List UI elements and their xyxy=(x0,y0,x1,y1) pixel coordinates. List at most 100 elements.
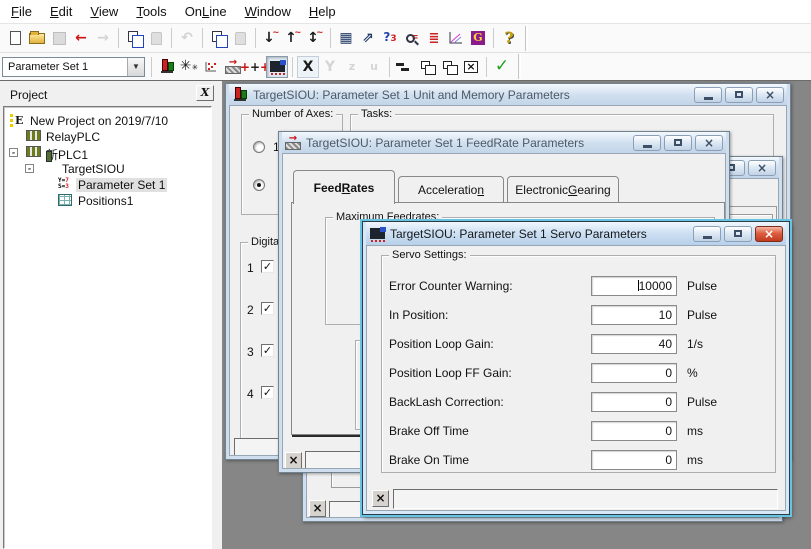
servo-close-button[interactable]: × xyxy=(755,226,783,242)
toolbar-button-trace-settings-icon[interactable]: ⇗ xyxy=(357,27,379,49)
toolbar-button-apply-check-icon[interactable]: ✓ xyxy=(491,56,513,78)
tree-item-positions1[interactable]: Positions1 xyxy=(4,193,211,209)
field-input-backlash-correction-[interactable]: 0 xyxy=(591,392,677,412)
unit-memory-titlebar[interactable]: TargetSIOU: Parameter Set 1 Unit and Mem… xyxy=(229,84,787,105)
toolbar-button-multi-feed-icon[interactable]: +++ xyxy=(244,56,266,78)
hidden-statusbar-close-button[interactable]: × xyxy=(309,500,326,517)
toolbar-button-open-file-icon[interactable] xyxy=(26,27,48,49)
feedrate-statusbar-close-button[interactable]: × xyxy=(285,452,302,469)
main-toolbar: ←→↶↓~↑~↕~▦⇗?3=≣G? xyxy=(0,24,811,53)
servo-minimize-button[interactable] xyxy=(693,226,721,242)
toolbar-button-close-all-windows-icon[interactable]: × xyxy=(460,56,482,78)
menu-view[interactable]: View xyxy=(81,1,127,22)
tree-item-label[interactable]: Positions1 xyxy=(76,194,135,208)
tree-expander-icon[interactable]: - xyxy=(25,164,34,173)
toolbar-button-unit-memory-parameters-icon[interactable] xyxy=(156,56,178,78)
menu-file[interactable]: File xyxy=(2,1,41,22)
toolbar-button-axis-x-toggle-icon[interactable]: X xyxy=(297,56,319,78)
feedrate-title: TargetSIOU: Parameter Set 1 FeedRate Par… xyxy=(306,136,625,150)
tab-feed-rates[interactable]: Feed Rates xyxy=(293,170,395,204)
servo-titlebar[interactable]: TargetSIOU: Parameter Set 1 Servo Parame… xyxy=(366,222,786,245)
field-unit-label: 1/s xyxy=(687,337,703,351)
digital-group-label: Digita xyxy=(248,236,282,248)
hidden-close-button[interactable]: × xyxy=(748,160,776,176)
toolbar-button-window-order-icon[interactable] xyxy=(394,56,416,78)
toolbar-button-cascade-windows-icon[interactable] xyxy=(416,56,438,78)
toolbar-button-find-unknown-icon[interactable]: ?3 xyxy=(379,27,401,49)
toolbar-button-servo-parameters-icon[interactable] xyxy=(266,56,288,78)
unit-close-button[interactable]: × xyxy=(756,87,784,103)
feedrate-titlebar[interactable]: → TargetSIOU: Parameter Set 1 FeedRate P… xyxy=(282,132,726,153)
toolbar-button-find-compare-icon[interactable]: = xyxy=(401,27,423,49)
unit-restore-button[interactable] xyxy=(725,87,753,103)
toolbar-button-download-to-unit-icon[interactable]: ↓~ xyxy=(260,27,282,49)
field-input-position-loop-gain-[interactable]: 40 xyxy=(591,334,677,354)
channel-1-checkbox[interactable]: ✓ xyxy=(261,260,274,273)
tab-electronic-gearing[interactable]: Electronic Gearing xyxy=(507,176,619,203)
tree-item-parameter-set-1[interactable]: Y=7S=3Parameter Set 1 xyxy=(4,177,211,193)
tree-expander-icon[interactable]: - xyxy=(9,148,18,157)
toolbar-button-compare-transfer-icon[interactable]: ↕~ xyxy=(304,27,326,49)
axes-count-selected-radio[interactable] xyxy=(253,179,265,191)
field-label: Position Loop FF Gain: xyxy=(389,366,512,380)
menu-help[interactable]: Help xyxy=(300,1,345,22)
menu-window[interactable]: Window xyxy=(236,1,300,22)
field-input-brake-off-time[interactable]: 0 xyxy=(591,421,677,441)
channel-3-checkbox[interactable]: ✓ xyxy=(261,344,274,357)
tree-item-targetsiou[interactable]: - TargetSIOU xyxy=(4,161,211,177)
feedrate-close-button[interactable]: × xyxy=(695,135,723,151)
field-unit-label: ms xyxy=(687,424,703,438)
application-window: FileEditViewToolsOnLineWindowHelp ←→↶↓~↑… xyxy=(0,0,811,549)
toolbar-button-position-data-icon[interactable] xyxy=(200,56,222,78)
servo-client: Servo Settings: × Error Counter Warning:… xyxy=(366,245,786,511)
tab-acceleration[interactable]: Acceleration xyxy=(398,176,504,203)
project-panel-close-button[interactable]: X xyxy=(196,85,214,101)
toolbar-button-upload-from-unit-icon[interactable]: ↑~ xyxy=(282,27,304,49)
menu-tools[interactable]: Tools xyxy=(127,1,175,22)
parameter-toolbar: Parameter Set 1 ▼ ✳✳→+++XYzu×✓ xyxy=(0,53,811,81)
servo-restore-button[interactable] xyxy=(724,226,752,242)
toolbar-button-new-file-icon[interactable] xyxy=(4,27,26,49)
toolbar-button-trace-graph-icon[interactable] xyxy=(445,27,467,49)
parameter-set-combo[interactable]: Parameter Set 1 ▼ xyxy=(2,57,145,77)
unit-minimize-button[interactable] xyxy=(694,87,722,103)
toolbar-button-save-file-icon xyxy=(48,27,70,49)
tree-item-relayplc[interactable]: RelayPLC xyxy=(4,129,211,145)
channel-4-checkbox[interactable]: ✓ xyxy=(261,386,274,399)
toolbar-button-copy-parameters-icon[interactable] xyxy=(207,27,229,49)
channel-2-checkbox[interactable]: ✓ xyxy=(261,302,274,315)
channel-number-label: 2 xyxy=(247,303,254,317)
field-input-in-position-[interactable]: 10 xyxy=(591,305,677,325)
toolbar-button-trace-monitor-icon[interactable]: ▦ xyxy=(335,27,357,49)
tree-item-new-project-on-2019-7-10[interactable]: ENew Project on 2019/7/10 xyxy=(4,113,211,129)
servo-window: TargetSIOU: Parameter Set 1 Servo Parame… xyxy=(362,221,790,515)
toolbar-button-tile-windows-icon[interactable] xyxy=(438,56,460,78)
tree-item-label[interactable]: RelayPLC xyxy=(44,130,102,144)
servo-settings-label: Servo Settings: xyxy=(389,249,470,261)
menu-edit[interactable]: Edit xyxy=(41,1,81,22)
toolbar-button-coordinate-parameters-icon[interactable]: ✳✳ xyxy=(178,56,200,78)
servo-statusbar-close-button[interactable]: × xyxy=(372,490,389,507)
toolbar-button-monitor-list-icon[interactable]: ≣ xyxy=(423,27,445,49)
combo-dropdown-icon[interactable]: ▼ xyxy=(127,58,144,76)
feedrate-minimize-button[interactable] xyxy=(633,135,661,151)
tree-item-label[interactable]: Parameter Set 1 xyxy=(76,178,167,192)
tree-item-label[interactable]: New Project on 2019/7/10 xyxy=(28,114,170,128)
toolbar-separator xyxy=(255,28,256,48)
toolbar-button-gcode-editor-icon[interactable]: G xyxy=(467,27,489,49)
channel-number-label: 4 xyxy=(247,387,254,401)
toolbar-button-paste-icon xyxy=(145,27,167,49)
tree-item--plc1[interactable]: -新PLC1 xyxy=(4,145,211,161)
toolbar-button-navigate-back-icon[interactable]: ← xyxy=(70,27,92,49)
toolbar-button-axis-z-toggle-icon: z xyxy=(341,56,363,78)
toolbar-button-copy-icon[interactable] xyxy=(123,27,145,49)
field-input-error-counter-warning-[interactable]: 10000 xyxy=(591,276,677,296)
menu-online[interactable]: OnLine xyxy=(176,1,236,22)
field-input-brake-on-time[interactable]: 0 xyxy=(591,450,677,470)
axes-count-1-radio[interactable] xyxy=(253,141,265,153)
project-root-icon: E xyxy=(10,114,26,127)
toolbar-button-help-icon[interactable]: ? xyxy=(498,27,520,49)
tree-item-label[interactable]: TargetSIOU xyxy=(60,162,127,176)
field-input-position-loop-ff-gain-[interactable]: 0 xyxy=(591,363,677,383)
feedrate-restore-button[interactable] xyxy=(664,135,692,151)
